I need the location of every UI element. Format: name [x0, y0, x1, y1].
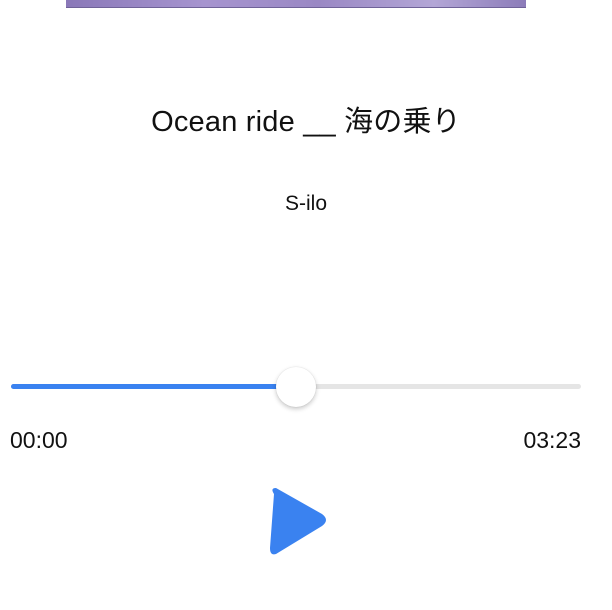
album-art	[66, 0, 526, 8]
play-button[interactable]	[264, 484, 336, 560]
total-duration: 03:23	[523, 427, 581, 453]
progress-fill	[11, 384, 296, 389]
progress-slider[interactable]	[11, 366, 581, 407]
progress-thumb[interactable]	[276, 367, 316, 407]
play-icon	[270, 488, 326, 555]
track-artist: S-ilo	[284, 192, 327, 215]
elapsed-time: 00:00	[10, 427, 68, 453]
track-title: Ocean ride __ 海の乗り	[151, 106, 461, 138]
